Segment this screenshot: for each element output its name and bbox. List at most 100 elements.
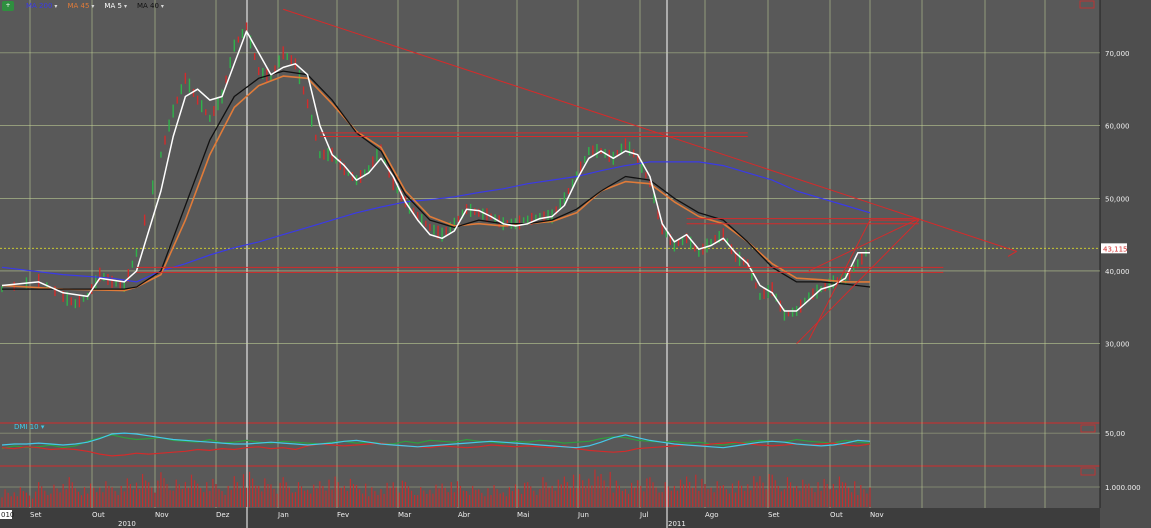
- volume-bar: [582, 480, 584, 507]
- volume-bar: [661, 492, 663, 507]
- legend-label-ma5: MA 5: [104, 2, 122, 10]
- legend-item-ma5[interactable]: MA 5 ▾: [104, 2, 127, 10]
- volume-bar: [728, 493, 731, 507]
- volume-bar: [206, 482, 208, 507]
- volume-bar: [789, 482, 792, 507]
- volume-bar: [527, 482, 529, 507]
- volume-bar: [248, 471, 251, 507]
- volume-bar: [481, 492, 483, 507]
- volume-bar: [169, 490, 171, 507]
- volume-bar: [28, 495, 31, 507]
- volume-bar: [478, 489, 480, 507]
- volume-bar: [270, 484, 272, 507]
- chart-canvas[interactable]: 30,000 40,000 50,000 60,000 70,000 43,115 50,0…: [0, 0, 1151, 528]
- volume-bar: [114, 491, 116, 507]
- volume-bar: [609, 471, 611, 507]
- volume-bar: [533, 490, 535, 507]
- legend-item-ma45[interactable]: MA 45 ▾: [67, 2, 94, 10]
- volume-bar: [487, 488, 489, 507]
- volume-bar: [725, 489, 727, 507]
- volume-bar: [291, 492, 293, 507]
- volume-bar: [264, 478, 266, 507]
- volume-bar: [328, 479, 330, 507]
- symbol-icon: +: [2, 1, 14, 11]
- y-tick-label: 60,000: [1105, 123, 1130, 131]
- volume-bar: [16, 496, 18, 507]
- volume-bar: [664, 482, 666, 507]
- volume-bar: [50, 493, 52, 507]
- volume-bar: [371, 487, 373, 507]
- volume-bar: [817, 482, 819, 507]
- volume-bar: [585, 486, 587, 507]
- volume-bar: [600, 474, 602, 507]
- volume-bar: [319, 481, 321, 507]
- x-tick-label: Mai: [517, 511, 529, 519]
- volume-bar: [496, 489, 498, 507]
- volume-bar: [606, 486, 608, 507]
- volume-bar: [111, 487, 113, 507]
- volume-bar: [90, 483, 92, 507]
- volume-bar: [252, 478, 254, 507]
- chevron-down-icon: ▾: [123, 2, 127, 10]
- volume-bar: [273, 489, 275, 507]
- volume-bar: [820, 490, 822, 507]
- volume-bar: [414, 495, 416, 507]
- volume-bar: [542, 477, 544, 507]
- x-tick-label: Out: [830, 511, 843, 519]
- volume-bar: [462, 490, 465, 507]
- volume-bar: [307, 489, 309, 507]
- volume-bar: [560, 484, 562, 507]
- volume-bar: [569, 487, 572, 507]
- volume-bar: [331, 489, 333, 507]
- volume-bar: [22, 491, 24, 507]
- volume-bar: [444, 487, 446, 507]
- volume-bar: [261, 491, 263, 507]
- volume-bar: [799, 490, 801, 507]
- chevron-down-icon: ▾: [54, 2, 58, 10]
- volume-bar: [398, 492, 400, 507]
- volume-bar: [407, 486, 410, 507]
- y-tick-label: 40,000: [1105, 268, 1130, 276]
- legend-item-ma40[interactable]: MA 40 ▾: [137, 2, 164, 10]
- volume-bar: [187, 487, 190, 507]
- volume-bar: [719, 485, 721, 507]
- legend-item-ma200[interactable]: MA 200 ▾: [26, 2, 57, 10]
- volume-bar: [753, 476, 755, 507]
- volume-bar: [456, 481, 458, 507]
- volume-bar: [563, 476, 565, 507]
- volume-bar: [4, 489, 6, 507]
- volume-bar: [484, 496, 486, 507]
- volume-bar: [83, 487, 86, 507]
- volume-bar: [682, 484, 685, 507]
- volume-bar: [355, 485, 358, 507]
- volume-bar: [172, 490, 174, 507]
- volume-bar: [603, 480, 605, 507]
- indicator-label[interactable]: DMI 10 ▾: [14, 423, 44, 431]
- volume-bar: [698, 490, 700, 507]
- volume-bar: [62, 484, 64, 507]
- volume-bar: [686, 476, 688, 507]
- volume-bar: [863, 489, 865, 507]
- x-tick-label: Set: [30, 511, 42, 519]
- volume-bar: [676, 490, 679, 507]
- volume-bar: [832, 483, 834, 507]
- volume-bar: [19, 487, 21, 507]
- volume-bar: [551, 485, 553, 507]
- volume-bar: [337, 482, 339, 507]
- volume-bar: [352, 484, 355, 507]
- x-tick-label: Jun: [577, 511, 589, 519]
- volume-bar: [435, 484, 437, 507]
- volume-bar: [175, 479, 177, 507]
- volume-bar: [365, 483, 367, 507]
- chevron-down-icon: ▾: [91, 2, 95, 10]
- volume-bar: [102, 492, 104, 507]
- symbol-selector[interactable]: +: [0, 1, 16, 11]
- volume-bar: [420, 487, 422, 507]
- year-label: 2010: [118, 520, 136, 528]
- volume-bar: [502, 492, 504, 507]
- volume-bar: [786, 477, 789, 507]
- volume-bar: [508, 487, 510, 507]
- volume-bar: [701, 478, 703, 507]
- volume-bar: [282, 477, 284, 507]
- volume-bar: [652, 482, 654, 507]
